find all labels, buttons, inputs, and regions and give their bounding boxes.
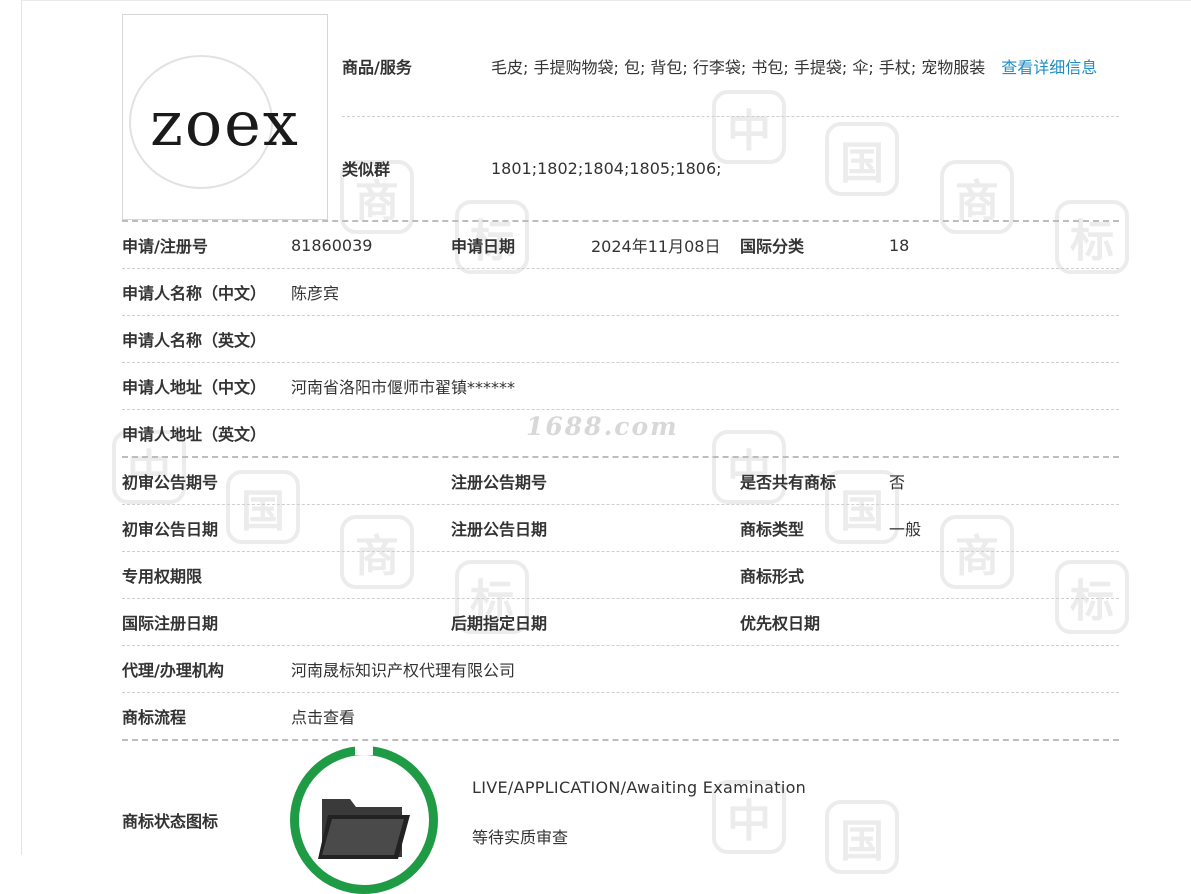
agent-label: 代理/办理机构 [122, 661, 224, 680]
process-label: 商标流程 [122, 708, 187, 727]
shared-label: 是否共有商标 [740, 473, 837, 492]
prelim-date-label: 初审公告日期 [122, 520, 219, 539]
table-row: 初审公告日期 注册公告日期 商标类型 一般 [122, 505, 1119, 552]
folder-icon [318, 799, 410, 859]
goods-value: 毛皮; 手提购物袋; 包; 背包; 行李袋; 书包; 手提袋; 伞; 手杖; 宠… [491, 58, 986, 77]
agent-value: 河南晟标知识产权代理有限公司 [291, 661, 516, 680]
divider [342, 116, 1119, 117]
similar-group-label: 类似群 [342, 160, 391, 179]
table-row: 代理/办理机构 河南晟标知识产权代理有限公司 [122, 646, 1119, 693]
goods-row: 商品/服务 毛皮; 手提购物袋; 包; 背包; 行李袋; 书包; 手提袋; 伞;… [342, 48, 1119, 84]
later-designation-label: 后期指定日期 [451, 614, 548, 633]
table-row: 申请人地址（中文） 河南省洛阳市偃师市翟镇****** [122, 363, 1119, 410]
trademark-wordmark: zoex [150, 87, 300, 160]
status-text-cn: 等待实质审查 [472, 828, 569, 847]
intl-class-value: 18 [889, 235, 910, 255]
tm-type-value: 一般 [889, 520, 922, 539]
table-row: 申请人名称（英文） [122, 316, 1119, 363]
table-row: 初审公告期号 注册公告期号 是否共有商标 否 [122, 458, 1119, 505]
status-badge [290, 743, 438, 894]
table-row: 申请人名称（中文） 陈彦宾 [122, 269, 1119, 316]
status-section: 商标状态图标 LIVE/APPLICATION/Awaiting Examina… [122, 742, 1119, 894]
table-row: 申请/注册号 81860039 申请日期 2024年11月08日 国际分类 18 [122, 220, 1119, 269]
apply-date-value: 2024年11月08日 [591, 237, 721, 256]
status-label: 商标状态图标 [122, 812, 219, 831]
intl-class-label: 国际分类 [740, 237, 805, 256]
reg-no-label: 申请/注册号 [122, 237, 208, 256]
table-row: 国际注册日期 后期指定日期 优先权日期 [122, 599, 1119, 646]
apply-date-label: 申请日期 [451, 237, 516, 256]
reg-pub-no-label: 注册公告期号 [451, 473, 548, 492]
tm-form-label: 商标形式 [740, 567, 805, 586]
process-view-link[interactable]: 点击查看 [291, 704, 355, 728]
address-cn-label: 申请人地址（中文） [122, 378, 267, 397]
tm-type-label: 商标类型 [740, 520, 805, 539]
priority-date-label: 优先权日期 [740, 614, 821, 633]
address-cn-value: 河南省洛阳市偃师市翟镇****** [291, 378, 516, 397]
similar-group-row: 类似群 1801;1802;1804;1805;1806; [342, 150, 1119, 186]
intl-reg-date-label: 国际注册日期 [122, 614, 219, 633]
details-table: 申请/注册号 81860039 申请日期 2024年11月08日 国际分类 18… [122, 220, 1119, 741]
table-row: 商标流程 点击查看 [122, 693, 1119, 741]
address-en-label: 申请人地址（英文） [122, 425, 267, 444]
status-text-en: LIVE/APPLICATION/Awaiting Examination [472, 778, 807, 797]
shared-value: 否 [889, 473, 906, 492]
applicant-cn-label: 申请人名称（中文） [122, 284, 267, 303]
exclusive-term-label: 专用权期限 [122, 567, 203, 586]
view-details-link[interactable]: 查看详细信息 [1001, 54, 1097, 78]
reg-pub-date-label: 注册公告日期 [451, 520, 548, 539]
goods-label: 商品/服务 [342, 58, 412, 77]
table-row: 申请人地址（英文） [122, 410, 1119, 458]
applicant-en-label: 申请人名称（英文） [122, 331, 267, 350]
prelim-no-label: 初审公告期号 [122, 473, 219, 492]
trademark-image: zoex [122, 14, 328, 220]
reg-no-value: 81860039 [291, 235, 373, 255]
similar-group-value: 1801;1802;1804;1805;1806; [491, 158, 722, 178]
table-row: 专用权期限 商标形式 [122, 552, 1119, 599]
applicant-cn-value: 陈彦宾 [291, 284, 340, 303]
